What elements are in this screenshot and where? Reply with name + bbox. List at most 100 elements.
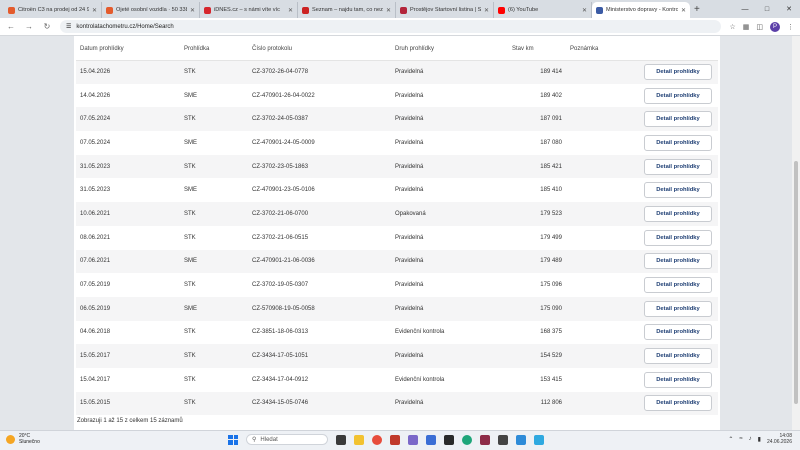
detail-button[interactable]: Detail prohlídky bbox=[644, 324, 712, 341]
cell-protocol: CZ-470901-26-04-0022 bbox=[252, 92, 315, 99]
app-icon-red[interactable] bbox=[390, 434, 400, 445]
col-date-header[interactable]: Datum prohlídky bbox=[76, 38, 180, 61]
app-icon-dark[interactable] bbox=[498, 434, 508, 445]
detail-button[interactable]: Detail prohlídky bbox=[644, 229, 712, 246]
teams-icon[interactable] bbox=[408, 434, 418, 445]
tab-close-icon[interactable]: ✕ bbox=[92, 7, 97, 14]
cell-type: SME bbox=[184, 139, 198, 146]
weather-text: Slunečno bbox=[19, 439, 40, 445]
col-protocol-header[interactable]: Číslo protokolu bbox=[248, 38, 391, 61]
minimize-icon[interactable]: — bbox=[734, 0, 756, 18]
detail-button[interactable]: Detail prohlídky bbox=[644, 395, 712, 412]
wifi-icon[interactable]: ≈ bbox=[739, 436, 742, 442]
browser-tab[interactable]: iDNES.cz – s námi víte víc ✕ bbox=[200, 2, 298, 18]
clock[interactable]: 14:08 24.06.2026 bbox=[767, 433, 792, 445]
battery-icon[interactable]: ▮ bbox=[758, 436, 761, 443]
table-row: 14.04.2026 SME CZ-470901-26-04-0022 Pravide… bbox=[76, 84, 718, 108]
site-info-icon[interactable]: ☰ bbox=[66, 23, 71, 30]
taskbar-search[interactable]: ⚲ Hledat bbox=[246, 434, 328, 445]
app-icon-maroon[interactable] bbox=[480, 434, 490, 445]
detail-button[interactable]: Detail prohlídky bbox=[644, 111, 712, 128]
col-type-header[interactable]: Prohlídka bbox=[180, 38, 248, 61]
cell-type: STK bbox=[180, 154, 248, 179]
volume-icon[interactable]: ♪ bbox=[749, 436, 752, 442]
cell-action: Detail prohlídky bbox=[638, 178, 718, 202]
tab-close-icon[interactable]: ✕ bbox=[288, 7, 293, 14]
terminal-icon[interactable] bbox=[444, 434, 454, 445]
browser-tab[interactable]: Citroën C3 na prodej od 24 900 Kč✕ bbox=[4, 2, 102, 18]
cell-km: 179 499 bbox=[540, 234, 562, 241]
detail-button[interactable]: Detail prohlídky bbox=[644, 87, 712, 104]
task-view-icon[interactable] bbox=[336, 434, 346, 445]
detail-button[interactable]: Detail prohlídky bbox=[644, 205, 712, 222]
browser-tab[interactable]: Prostějov Startovní listina | SOLO✕ bbox=[396, 2, 494, 18]
scrollbar-thumb[interactable] bbox=[794, 161, 798, 404]
detail-button[interactable]: Detail prohlídky bbox=[644, 253, 712, 270]
cell-action: Detail prohlídky bbox=[638, 60, 718, 84]
cell-action: Detail prohlídky bbox=[638, 273, 718, 297]
cell-type: STK bbox=[180, 60, 248, 84]
menu-icon[interactable]: ⋮ bbox=[787, 23, 794, 31]
browser-tab[interactable]: Ojeté osobní vozidla · 50 338 inzerátů✕ bbox=[102, 2, 200, 18]
profile-avatar[interactable]: P bbox=[770, 21, 780, 32]
table-row: 07.05.2024 STK CZ-3702-24-05-0387 Pravideln… bbox=[76, 107, 718, 132]
file-explorer-icon[interactable] bbox=[354, 434, 364, 445]
tab-close-icon[interactable]: ✕ bbox=[386, 7, 391, 14]
tab-close-icon[interactable]: ✕ bbox=[484, 7, 489, 14]
table-header-row: Datum prohlídky Prohlídka Číslo protokol… bbox=[76, 38, 718, 61]
detail-button[interactable]: Detail prohlídky bbox=[644, 182, 712, 199]
sidebar-icon[interactable]: ◫ bbox=[756, 23, 763, 31]
tab-strip: Citroën C3 na prodej od 24 900 Kč✕Ojeté … bbox=[0, 0, 800, 18]
tab-title: Ojeté osobní vozidla · 50 338 inzerátů bbox=[116, 7, 187, 13]
cell-note bbox=[566, 344, 638, 368]
cell-type: STK bbox=[184, 234, 196, 241]
detail-button[interactable]: Detail prohlídky bbox=[644, 371, 712, 388]
cell-note bbox=[566, 226, 638, 250]
word-icon[interactable] bbox=[426, 434, 436, 445]
forward-icon[interactable]: → bbox=[24, 22, 34, 31]
windows-start-icon[interactable] bbox=[228, 434, 238, 445]
col-km-header[interactable]: Stav km bbox=[508, 38, 566, 61]
col-note-header[interactable]: Poznámka bbox=[566, 38, 638, 61]
cell-type: STK bbox=[180, 202, 248, 226]
new-tab-icon[interactable]: + bbox=[694, 2, 700, 18]
browser-tab[interactable]: Seznam – najdu tam, co neznám✕ bbox=[298, 2, 396, 18]
bookmark-star-icon[interactable]: ☆ bbox=[729, 23, 735, 31]
table-row: 07.05.2019 STK CZ-3702-19-05-0307 Pravideln… bbox=[76, 273, 718, 297]
tab-close-icon[interactable]: ✕ bbox=[582, 7, 587, 14]
chrome-icon[interactable] bbox=[372, 434, 382, 445]
tab-title: Ministerstvo dopravy - Kontrola bbox=[606, 7, 678, 13]
back-icon[interactable]: ← bbox=[6, 22, 16, 31]
page-scrollbar[interactable] bbox=[792, 36, 800, 430]
col-kind-header[interactable]: Druh prohlídky bbox=[391, 38, 508, 61]
detail-button[interactable]: Detail prohlídky bbox=[644, 277, 712, 294]
cell-protocol: CZ-470901-24-05-0009 bbox=[252, 139, 315, 146]
detail-button[interactable]: Detail prohlídky bbox=[644, 158, 712, 175]
maximize-icon[interactable]: □ bbox=[756, 0, 778, 18]
store-icon[interactable] bbox=[516, 434, 526, 445]
tab-close-icon[interactable]: ✕ bbox=[681, 7, 686, 14]
detail-button[interactable]: Detail prohlídky bbox=[644, 134, 712, 151]
address-bar[interactable]: ☰ kontrolatachometru.cz/Home/Search bbox=[60, 20, 722, 33]
cell-protocol: CZ-570908-19-05-0058 bbox=[248, 296, 391, 321]
extension-icon[interactable]: ▦ bbox=[743, 23, 750, 31]
edge-icon[interactable] bbox=[462, 434, 472, 445]
weather-widget[interactable]: 20°C Slunečno bbox=[6, 433, 40, 445]
cell-type: STK bbox=[184, 282, 196, 289]
close-icon[interactable]: ✕ bbox=[778, 0, 800, 18]
weather-app-icon[interactable] bbox=[534, 434, 544, 445]
table-body: 15.04.2026 STK CZ-3702-26-04-0778 Pravideln… bbox=[76, 60, 718, 416]
cell-protocol: CZ-3702-23-05-1863 bbox=[248, 154, 391, 179]
tab-close-icon[interactable]: ✕ bbox=[190, 7, 195, 14]
cell-type: STK bbox=[180, 391, 248, 416]
detail-button[interactable]: Detail prohlídky bbox=[644, 64, 712, 81]
browser-tab[interactable]: Ministerstvo dopravy - Kontrola ✕ bbox=[592, 2, 690, 18]
detail-button[interactable]: Detail prohlídky bbox=[644, 348, 712, 365]
cell-protocol: CZ-3434-17-05-1051 bbox=[248, 344, 391, 368]
cell-action: Detail prohlídky bbox=[638, 368, 718, 392]
reload-icon[interactable]: ↻ bbox=[42, 22, 52, 31]
detail-button[interactable]: Detail prohlídky bbox=[644, 300, 712, 317]
tray-chevron-icon[interactable]: ⌃ bbox=[728, 436, 733, 443]
cell-date: 07.05.2019 bbox=[80, 282, 111, 289]
browser-tab[interactable]: (6) YouTube ✕ bbox=[494, 2, 592, 18]
